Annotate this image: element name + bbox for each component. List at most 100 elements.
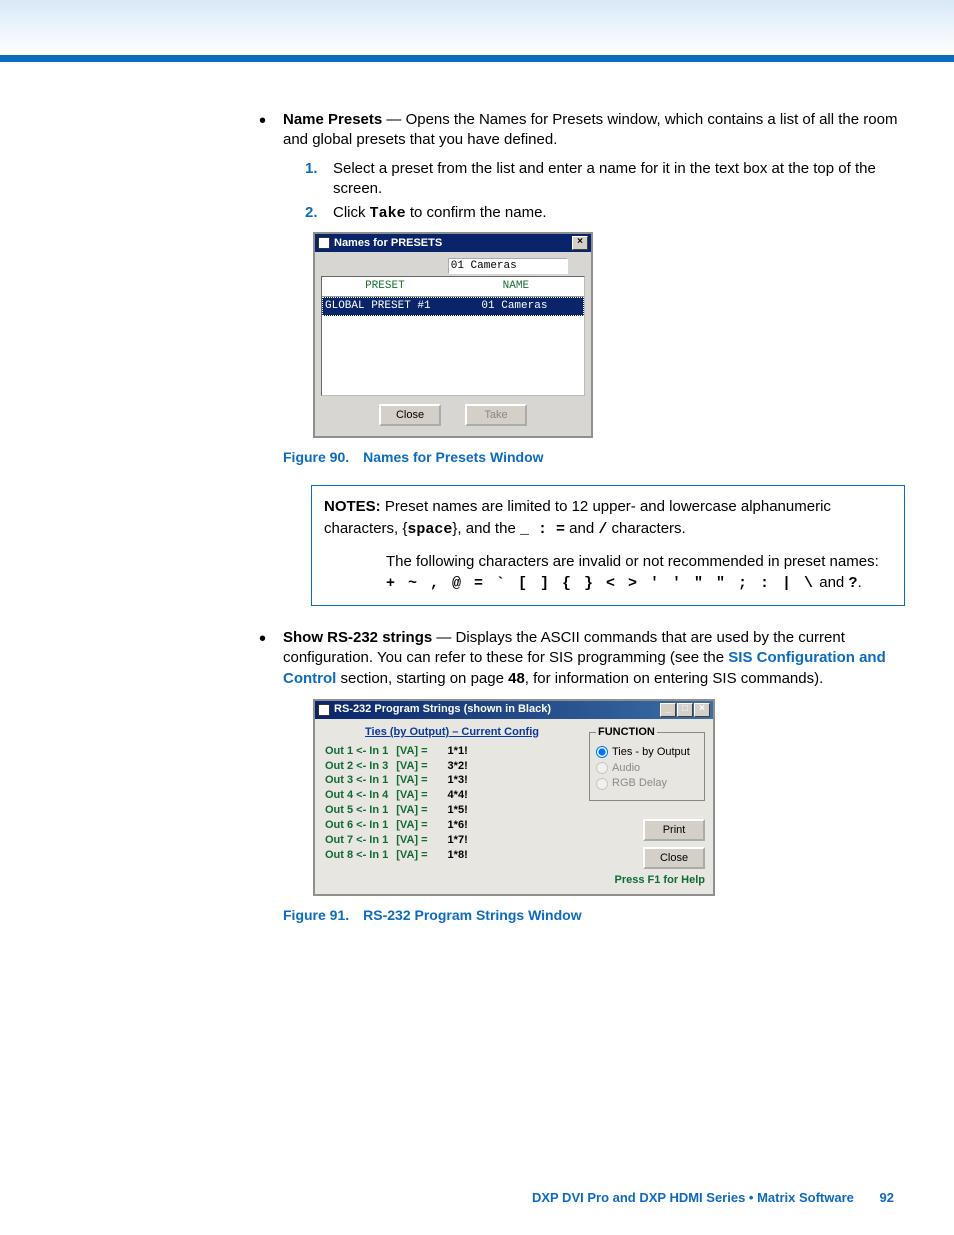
notes-p2a: The following characters are invalid or …: [386, 553, 879, 570]
close-button[interactable]: Close: [379, 404, 441, 426]
notes-box: NOTES: Preset names are limited to 12 up…: [311, 485, 905, 606]
name-presets-label: Name Presets: [283, 111, 382, 128]
page-number: 92: [880, 1190, 894, 1205]
opt-rgb-delay[interactable]: RGB Delay: [596, 776, 698, 791]
names-for-presets-window: Names for PRESETS × PRESET NAME: [313, 232, 593, 438]
notes-invalid-chars: + ~ , @ = ` [ ] { } < > ' ' " " ; : | \: [386, 575, 815, 592]
bullet-show-rs232: Show RS-232 strings — Displays the ASCII…: [255, 628, 905, 925]
col-preset: PRESET: [322, 277, 448, 297]
fig91-text: RS-232 Program Strings Window: [363, 907, 581, 923]
print-button[interactable]: Print: [643, 819, 705, 841]
tie-va: [VA] =: [396, 788, 435, 803]
preset-name-input[interactable]: [448, 258, 568, 274]
page-footer: DXP DVI Pro and DXP HDMI Series • Matrix…: [532, 1190, 894, 1205]
tie-out: Out 1 <- In 1: [325, 744, 396, 759]
tie-va: [VA] =: [396, 833, 435, 848]
ties-row: Out 2 <- In 3[VA] =3*2!: [325, 759, 476, 774]
notes-label: NOTES:: [324, 498, 381, 515]
figure-90-caption: Figure 90. Names for Presets Window: [283, 448, 905, 467]
col-name: NAME: [448, 277, 584, 297]
app-icon: [318, 704, 330, 716]
step-2-suffix: to confirm the name.: [406, 204, 547, 221]
close-icon[interactable]: ×: [572, 236, 588, 250]
step-2: Click Take to confirm the name.: [305, 203, 905, 224]
preset-row-selected[interactable]: GLOBAL PRESET #1 01 Cameras: [322, 297, 584, 316]
notes-p1d: characters.: [607, 520, 685, 537]
rs232-descB: section, starting on page: [336, 670, 508, 687]
notes-p2c: .: [857, 574, 861, 591]
row-name: 01 Cameras: [448, 299, 581, 314]
page-content: Name Presets — Opens the Names for Prese…: [255, 110, 905, 943]
ties-heading: Ties (by Output) – Current Config: [325, 725, 579, 740]
tie-out: Out 6 <- In 1: [325, 818, 396, 833]
take-keyword: Take: [370, 205, 406, 222]
notes-space: space: [407, 521, 452, 538]
ties-table: Out 1 <- In 1[VA] =1*1!Out 2 <- In 3[VA]…: [325, 744, 476, 863]
tie-va: [VA] =: [396, 848, 435, 863]
ties-row: Out 4 <- In 4[VA] =4*4!: [325, 788, 476, 803]
tie-out: Out 5 <- In 1: [325, 803, 396, 818]
maximize-icon[interactable]: □: [677, 703, 693, 717]
step-1-text: Select a preset from the list and enter …: [333, 160, 876, 197]
tie-val: 4*4!: [436, 788, 476, 803]
rs232-descC: , for information on entering SIS comman…: [525, 670, 823, 687]
ties-row: Out 1 <- In 1[VA] =1*1!: [325, 744, 476, 759]
show-rs232-label: Show RS-232 strings: [283, 629, 432, 646]
notes-p2b: and: [815, 574, 848, 591]
ties-row: Out 5 <- In 1[VA] =1*5!: [325, 803, 476, 818]
function-group: FUNCTION Ties - by Output Audio RGB Dela…: [589, 725, 705, 801]
tie-va: [VA] =: [396, 759, 435, 774]
close-button[interactable]: Close: [643, 847, 705, 869]
rs232-strings-window: RS-232 Program Strings (shown in Black) …: [313, 699, 715, 896]
notes-p1c: and: [565, 520, 598, 537]
tie-out: Out 4 <- In 4: [325, 788, 396, 803]
radio-audio[interactable]: [596, 762, 608, 774]
take-button[interactable]: Take: [465, 404, 527, 426]
app-icon: [318, 237, 330, 249]
window2-titlebar[interactable]: RS-232 Program Strings (shown in Black) …: [315, 701, 713, 719]
tie-out: Out 7 <- In 1: [325, 833, 396, 848]
ties-row: Out 3 <- In 1[VA] =1*3!: [325, 773, 476, 788]
tie-val: 3*2!: [436, 759, 476, 774]
opt-ties-by-output[interactable]: Ties - by Output: [596, 745, 698, 760]
ties-row: Out 8 <- In 1[VA] =1*8!: [325, 848, 476, 863]
tie-out: Out 3 <- In 1: [325, 773, 396, 788]
tie-val: 1*7!: [436, 833, 476, 848]
tie-val: 1*8!: [436, 848, 476, 863]
step-2-prefix: Click: [333, 204, 370, 221]
tie-val: 1*3!: [436, 773, 476, 788]
tie-out: Out 2 <- In 3: [325, 759, 396, 774]
close-icon[interactable]: ×: [694, 703, 710, 717]
radio-ties[interactable]: [596, 746, 608, 758]
fig90-text: Names for Presets Window: [363, 449, 543, 465]
fig90-num: Figure 90.: [283, 449, 349, 465]
minimize-icon[interactable]: _: [660, 703, 676, 717]
tie-va: [VA] =: [396, 803, 435, 818]
function-legend: FUNCTION: [596, 725, 657, 740]
figure-91-caption: Figure 91. RS-232 Program Strings Window: [283, 906, 905, 925]
bullet-name-presets: Name Presets — Opens the Names for Prese…: [255, 110, 905, 606]
window-titlebar[interactable]: Names for PRESETS ×: [315, 234, 591, 252]
window2-title: RS-232 Program Strings (shown in Black): [334, 702, 551, 717]
ties-row: Out 7 <- In 1[VA] =1*7!: [325, 833, 476, 848]
step-1: Select a preset from the list and enter …: [305, 159, 905, 200]
footer-text: DXP DVI Pro and DXP HDMI Series • Matrix…: [532, 1190, 854, 1205]
tie-val: 1*1!: [436, 744, 476, 759]
preset-listbox[interactable]: PRESET NAME GLOBAL PRESET #1 01 Cameras: [321, 276, 585, 396]
tie-va: [VA] =: [396, 773, 435, 788]
opt-audio[interactable]: Audio: [596, 761, 698, 776]
radio-rgb[interactable]: [596, 778, 608, 790]
notes-p1b: }, and the: [452, 520, 520, 537]
window-title: Names for PRESETS: [334, 236, 442, 251]
tie-va: [VA] =: [396, 818, 435, 833]
page-ref: 48: [508, 670, 525, 687]
opt3-label: RGB Delay: [612, 776, 667, 791]
tie-out: Out 8 <- In 1: [325, 848, 396, 863]
tie-val: 1*6!: [436, 818, 476, 833]
help-hint: Press F1 for Help: [589, 873, 705, 888]
row-preset: GLOBAL PRESET #1: [325, 299, 448, 314]
opt2-label: Audio: [612, 761, 640, 776]
tie-va: [VA] =: [396, 744, 435, 759]
notes-slash: /: [598, 521, 607, 538]
fig91-num: Figure 91.: [283, 907, 349, 923]
